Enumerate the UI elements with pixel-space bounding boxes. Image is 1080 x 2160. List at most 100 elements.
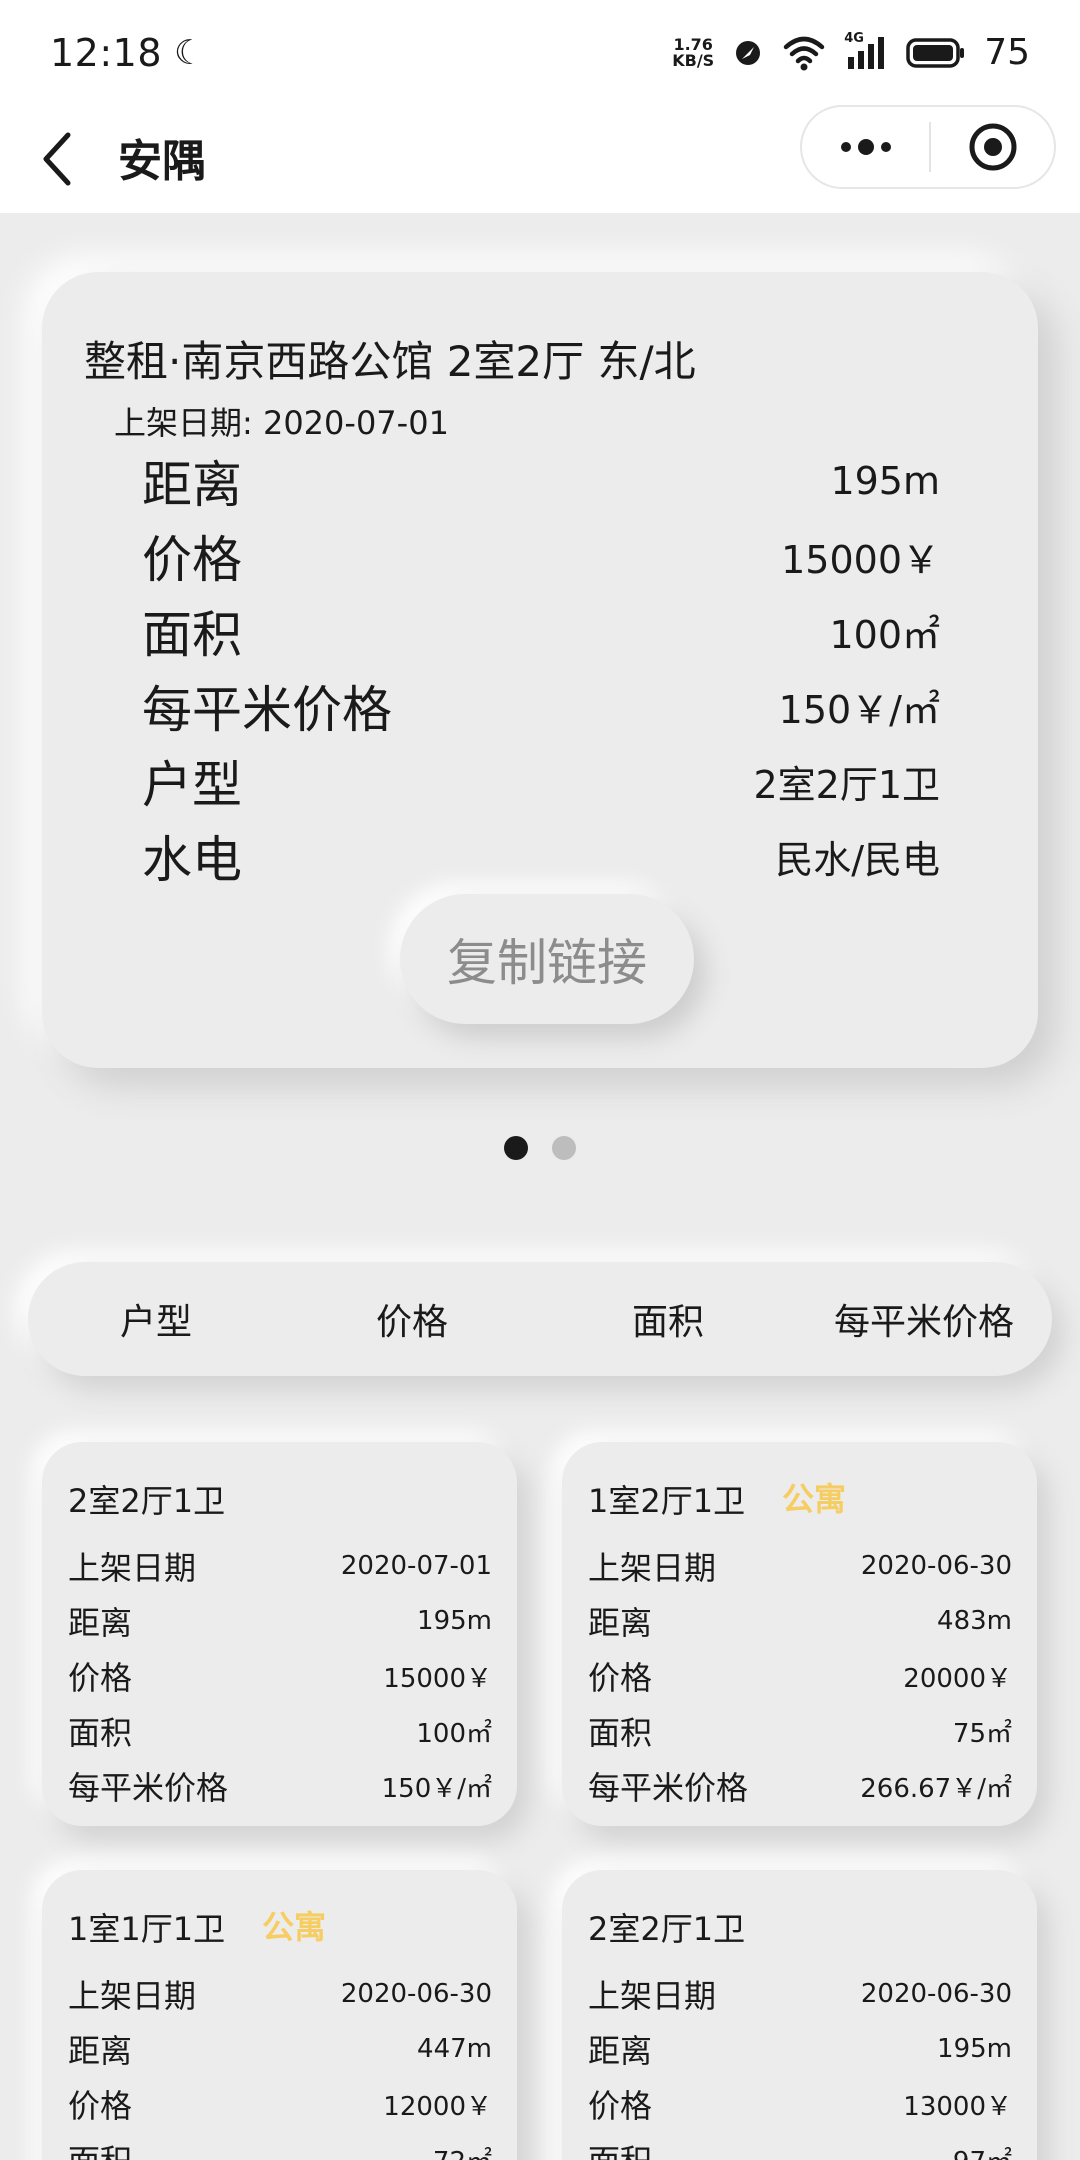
row-label: 每平米价格 <box>68 1769 229 1807</box>
pager-dot-active[interactable] <box>504 1136 528 1160</box>
row-value: 15000￥ <box>383 1663 492 1694</box>
listing-card-row: 距离 195m <box>588 2027 1012 2071</box>
row-label: 面积 <box>588 1714 653 1752</box>
row-value: 150￥/㎡ <box>381 1773 492 1804</box>
net-speed-unit: KB/S <box>672 50 715 70</box>
detail-row-price-per-sqm: 每平米价格 150￥/㎡ <box>142 671 940 741</box>
moon-icon: ☾ <box>174 32 205 73</box>
row-label: 上架日期 <box>68 1549 197 1587</box>
detail-value: 2室2厅1卫 <box>753 762 940 807</box>
target-icon <box>969 123 1016 171</box>
listing-card-row: 上架日期 2020-06-30 <box>68 1972 492 2016</box>
sort-by-layout[interactable]: 户型 <box>28 1293 284 1345</box>
close-mini-program-button[interactable] <box>931 107 1054 187</box>
listing-card-title: 1室2厅1卫 <box>588 1482 746 1520</box>
row-value: 483m <box>937 1606 1012 1636</box>
row-label: 面积 <box>68 1714 133 1752</box>
nav-bar: 安隅 <box>0 105 1080 213</box>
page-title: 安隅 <box>118 136 206 187</box>
pager-dot[interactable] <box>552 1136 576 1160</box>
battery-icon <box>906 37 965 68</box>
row-value: 20000￥ <box>903 1663 1012 1694</box>
row-label: 上架日期 <box>588 1549 717 1587</box>
detail-row-distance: 距离 195m <box>142 446 940 516</box>
listing-detail-card[interactable]: 整租·南京西路公馆 2室2厅 东/北 上架日期: 2020-07-01 距离 1… <box>42 272 1038 1068</box>
row-value: 447m <box>417 2034 492 2064</box>
listing-card-row: 上架日期 2020-06-30 <box>588 1972 1012 2016</box>
row-label: 每平米价格 <box>588 1769 749 1807</box>
detail-row-layout: 户型 2室2厅1卫 <box>142 746 940 816</box>
listing-card-row: 价格 15000￥ <box>68 1654 492 1698</box>
carousel-pager <box>0 1136 1080 1160</box>
detail-label: 距离 <box>142 456 242 514</box>
listing-card-row: 面积 75㎡ <box>588 1709 1012 1753</box>
listing-card[interactable]: 1室1厅1卫 公寓 上架日期 2020-06-30 距离 447m 价格 12000￥… <box>42 1870 517 2160</box>
row-value: 13000￥ <box>903 2091 1012 2122</box>
sort-by-area[interactable]: 面积 <box>540 1293 796 1345</box>
status-time: 12:18 <box>50 30 163 75</box>
detail-value: 100㎡ <box>829 612 940 657</box>
row-label: 距离 <box>588 2032 653 2070</box>
listing-card-row: 面积 72㎡ <box>68 2137 492 2160</box>
detail-row-area: 面积 100㎡ <box>142 596 940 666</box>
detail-value: 195m <box>830 459 940 503</box>
listing-card-row: 价格 20000￥ <box>588 1654 1012 1698</box>
row-label: 价格 <box>68 2087 133 2125</box>
more-dots-icon <box>840 139 891 155</box>
listing-card-row: 距离 483m <box>588 1599 1012 1643</box>
row-value: 266.67￥/㎡ <box>860 1773 1012 1804</box>
row-value: 100㎡ <box>416 1718 492 1749</box>
listing-card-row: 面积 97㎡ <box>588 2137 1012 2160</box>
listing-card-row: 距离 447m <box>68 2027 492 2071</box>
row-label: 距离 <box>68 2032 133 2070</box>
row-value: 2020-06-30 <box>860 1551 1012 1581</box>
row-value: 2020-06-30 <box>860 1979 1012 2009</box>
row-value: 2020-07-01 <box>340 1551 492 1581</box>
detail-row-price: 价格 15000￥ <box>142 521 940 591</box>
row-value: 72㎡ <box>433 2141 492 2160</box>
row-label: 距离 <box>588 1604 653 1642</box>
row-label: 面积 <box>588 2136 652 2160</box>
listing-title: 整租·南京西路公馆 2室2厅 东/北 <box>84 337 696 386</box>
row-value: 195m <box>417 1606 492 1636</box>
sort-bar: 户型 价格 面积 每平米价格 <box>28 1262 1052 1376</box>
listing-card-row: 价格 13000￥ <box>588 2082 1012 2126</box>
apartment-badge: 公寓 <box>782 1480 847 1518</box>
detail-value: 150￥/㎡ <box>778 687 940 732</box>
listing-card-row: 上架日期 2020-07-01 <box>68 1544 492 1588</box>
location-arrow-icon <box>736 40 761 65</box>
sort-by-price[interactable]: 价格 <box>284 1293 540 1345</box>
row-value: 12000￥ <box>383 2091 492 2122</box>
listing-card[interactable]: 2室2厅1卫 上架日期 2020-06-30 距离 195m 价格 13000￥ 面积… <box>562 1870 1037 2160</box>
detail-label: 每平米价格 <box>142 681 392 739</box>
listing-card-row: 距离 195m <box>68 1599 492 1643</box>
more-button[interactable] <box>802 107 929 187</box>
row-label: 上架日期 <box>68 1977 197 2015</box>
copy-link-button[interactable]: 复制链接 <box>400 894 694 1024</box>
row-value: 97㎡ <box>953 2141 1012 2160</box>
listing-card[interactable]: 2室2厅1卫 上架日期 2020-07-01 距离 195m 价格 15000￥ 面积… <box>42 1442 517 1826</box>
row-label: 价格 <box>588 1659 653 1697</box>
listing-card-row: 每平米价格 266.67￥/㎡ <box>588 1764 1012 1808</box>
detail-label: 户型 <box>142 756 242 814</box>
detail-value: 15000￥ <box>781 537 940 582</box>
wifi-icon <box>783 36 825 70</box>
listing-card-row: 上架日期 2020-06-30 <box>588 1544 1012 1588</box>
status-icons: 1.76 KB/S 4G 75 <box>672 31 1030 74</box>
row-label: 上架日期 <box>588 1977 717 2015</box>
detail-label: 水电 <box>142 831 242 889</box>
listing-card[interactable]: 1室2厅1卫 公寓 上架日期 2020-06-30 距离 483m 价格 20000￥… <box>562 1442 1037 1826</box>
detail-row-utilities: 水电 民水/民电 <box>142 821 940 891</box>
sort-by-price-per-sqm[interactable]: 每平米价格 <box>796 1293 1052 1345</box>
listing-card-row: 每平米价格 150￥/㎡ <box>68 1764 492 1808</box>
detail-label: 价格 <box>142 531 242 589</box>
listing-card-title: 1室1厅1卫 <box>68 1910 226 1948</box>
listing-card-title: 2室2厅1卫 <box>588 1910 746 1948</box>
mini-program-capsule <box>800 105 1056 189</box>
listing-card-title: 2室2厅1卫 <box>68 1482 226 1520</box>
back-arrow-icon[interactable] <box>38 127 78 191</box>
battery-level: 75 <box>984 32 1030 73</box>
row-value: 2020-06-30 <box>340 1979 492 2009</box>
row-label: 距离 <box>68 1604 133 1642</box>
apartment-badge: 公寓 <box>262 1908 327 1946</box>
